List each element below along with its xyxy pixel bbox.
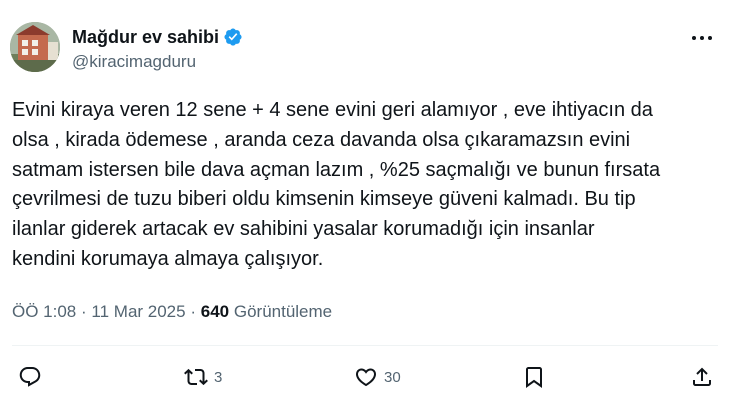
author-display-name[interactable]: Mağdur ev sahibi (72, 27, 219, 48)
share-icon (693, 367, 711, 386)
tweet-text-line: ilanlar giderek artacak ev sahibini yasa… (12, 218, 595, 241)
retweet-icon (184, 368, 208, 386)
author-name-line: Mağdur ev sahibi (72, 26, 243, 48)
meta-separator: · (81, 302, 87, 321)
author-handle[interactable]: @kiracimagduru (72, 52, 243, 72)
tweet-text-line: satmam istersen bile dava açman lazım , … (12, 158, 661, 181)
reply-icon (19, 367, 41, 387)
divider (12, 345, 718, 346)
tweet-text-line: kendini korumaya almaya çalışıyor. (12, 247, 324, 270)
tweet-header: Mağdur ev sahibi @kiracimagduru (10, 22, 722, 78)
reply-button[interactable] (18, 362, 42, 392)
author-block: Mağdur ev sahibi @kiracimagduru (72, 26, 243, 72)
share-button[interactable] (690, 362, 714, 392)
tweet-card: Mağdur ev sahibi @kiracimagduru Evini ki… (0, 0, 730, 420)
like-button[interactable]: 30 (354, 362, 401, 392)
bookmark-button[interactable] (522, 362, 546, 392)
action-bar: 3 30 (12, 362, 718, 392)
avatar[interactable] (10, 22, 60, 72)
views-label: Görüntüleme (233, 302, 333, 321)
retweet-button[interactable]: 3 (184, 362, 222, 392)
bookmark-icon (526, 367, 542, 388)
tweet-text-line: Evini kiraya veren 12 sene + 4 sene evin… (12, 99, 653, 121)
tweet-date[interactable]: 11 Mar 2025 (91, 302, 185, 321)
tweet-text: Evini kiraya veren 12 sene + 4 sene evin… (12, 96, 712, 275)
retweet-count: 3 (214, 368, 223, 386)
tweet-text-line: olsa , kirada ödemese , aranda ceza dava… (12, 128, 631, 151)
like-count: 30 (384, 368, 401, 386)
more-options-icon[interactable] (688, 28, 716, 48)
views-count: 640 (200, 302, 230, 321)
tweet-time[interactable]: ÖÖ 1:08 (12, 302, 76, 321)
heart-icon (355, 368, 377, 387)
tweet-meta: ÖÖ 1:08 · 11 Mar 2025 · 640 Görüntüleme (12, 302, 332, 322)
tweet-text-line: çevrilmesi de tuzu biberi oldu kimsenin … (12, 188, 636, 211)
verified-badge-icon[interactable] (223, 27, 243, 47)
meta-separator: · (190, 302, 197, 321)
